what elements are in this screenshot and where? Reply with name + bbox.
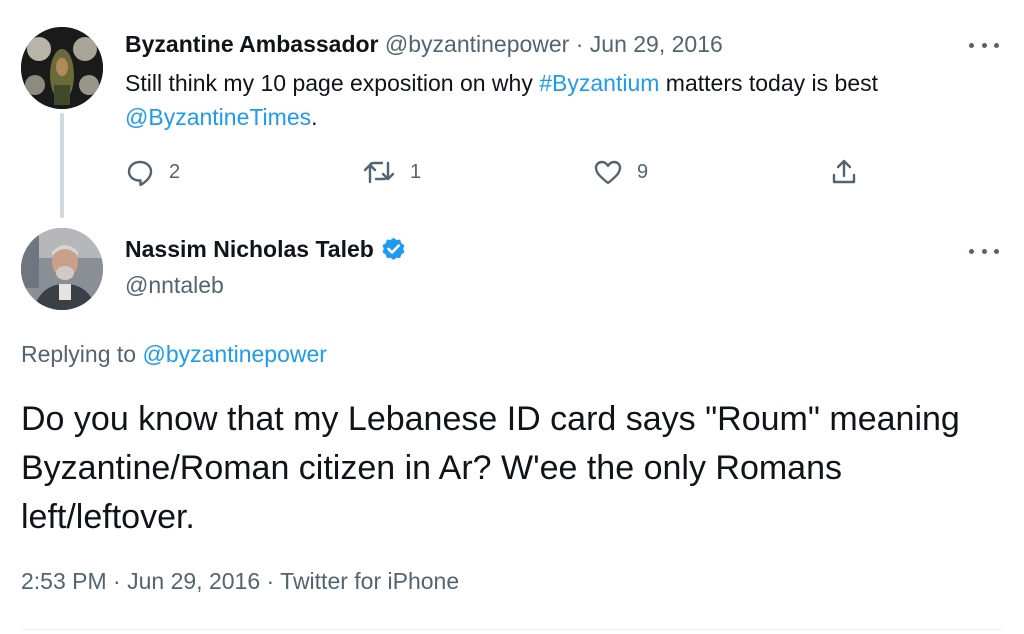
parent-author-name[interactable]: Byzantine Ambassador — [125, 31, 379, 57]
share-button[interactable] — [829, 157, 859, 187]
like-button[interactable]: 9 — [593, 157, 648, 187]
avatar-image — [21, 228, 103, 310]
avatar-image — [21, 27, 103, 109]
verified-badge-icon — [382, 237, 405, 260]
divider — [21, 629, 1003, 630]
parent-tweet-text: Still think my 10 page exposition on why… — [125, 66, 985, 134]
parent-tweet-header: Byzantine Ambassador @byzantinepower · J… — [125, 31, 723, 58]
hashtag-link[interactable]: #Byzantium — [539, 70, 659, 96]
parent-tweet-date[interactable]: Jun 29, 2016 — [590, 31, 723, 57]
main-author-handle[interactable]: @nntaleb — [125, 272, 224, 299]
like-count: 9 — [637, 160, 649, 183]
byzantine-ambassador-avatar[interactable] — [21, 27, 103, 109]
tweet-source[interactable]: Twitter for iPhone — [280, 568, 459, 594]
thread-connector-line — [60, 113, 64, 218]
text-segment: matters today is best — [659, 70, 878, 96]
main-more-icon[interactable] — [969, 241, 999, 261]
tweet-metadata: 2:53 PM · Jun 29, 2016 · Twitter for iPh… — [21, 568, 459, 595]
mention-link[interactable]: @ByzantineTimes — [125, 104, 311, 130]
like-icon — [594, 160, 622, 185]
tweet-date[interactable]: Jun 29, 2016 — [127, 568, 260, 594]
share-icon — [832, 159, 856, 184]
reply-icon — [127, 160, 153, 187]
parent-more-icon[interactable] — [969, 35, 999, 55]
header-separator: · — [575, 31, 584, 57]
retweet-count: 1 — [410, 160, 422, 183]
parent-author-handle[interactable]: @byzantinepower — [385, 31, 569, 57]
replying-to-line: Replying to @byzantinepower — [21, 341, 327, 368]
text-segment: . — [311, 104, 318, 130]
main-tweet-text: Do you know that my Lebanese ID card say… — [21, 400, 960, 536]
replying-prefix: Replying to — [21, 341, 143, 367]
main-author-name[interactable]: Nassim Nicholas Taleb — [125, 236, 374, 263]
reply-count: 2 — [169, 160, 181, 183]
tweet-time[interactable]: 2:53 PM — [21, 568, 107, 594]
meta-separator: · — [113, 568, 121, 594]
replying-to-link[interactable]: @byzantinepower — [142, 341, 326, 367]
retweet-button[interactable]: 1 — [362, 157, 421, 187]
main-tweet-author-row: Nassim Nicholas Taleb — [125, 236, 407, 263]
reply-button[interactable]: 2 — [125, 157, 180, 187]
retweet-icon — [363, 161, 395, 184]
text-segment: Still think my 10 page exposition on why — [125, 70, 540, 96]
meta-separator: · — [266, 568, 275, 594]
nntaleb-avatar[interactable] — [21, 228, 103, 310]
